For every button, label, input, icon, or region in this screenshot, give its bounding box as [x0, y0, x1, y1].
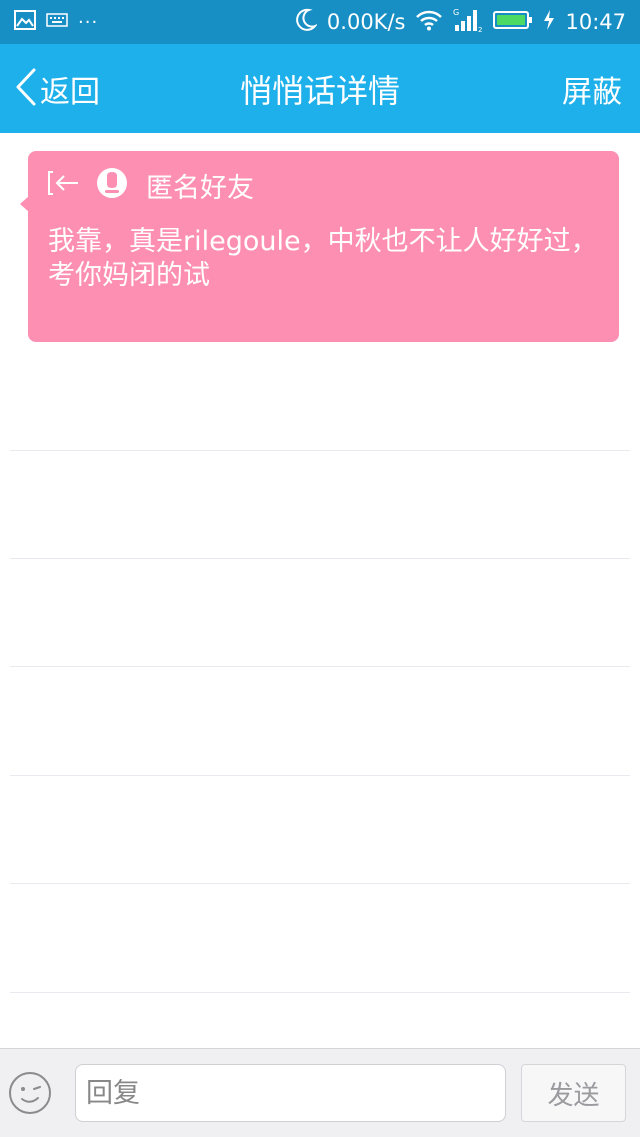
status-bar-left: ···: [14, 10, 98, 34]
svg-text:2: 2: [478, 26, 482, 33]
reply-composer: 发送: [0, 1048, 640, 1137]
title-bar: 返回 悄悄话详情 屏蔽: [0, 44, 640, 133]
emoji-icon[interactable]: [8, 1071, 52, 1115]
chevron-left-icon: [14, 67, 38, 111]
divider: [10, 450, 630, 451]
more-notifications-indicator: ···: [78, 11, 99, 33]
svg-text:G: G: [453, 8, 459, 17]
battery-icon: [493, 10, 533, 34]
status-bar: ··· 0.00K/s G2 10:47: [0, 0, 640, 44]
divider: [10, 558, 630, 559]
divider: [10, 775, 630, 776]
reply-input[interactable]: [75, 1064, 506, 1122]
whisper-message-bubble: 匿名好友 我靠，真是rilegoule，中秋也不让人好好过，考你妈闭的试: [28, 151, 619, 342]
wifi-icon: [415, 9, 443, 35]
divider: [10, 883, 630, 884]
anonymous-avatar-icon: [96, 167, 128, 203]
divider: [10, 992, 630, 993]
back-button-label: 返回: [40, 74, 100, 110]
message-text: 我靠，真是rilegoule，中秋也不让人好好过，考你妈闭的试: [48, 226, 598, 291]
back-button[interactable]: 返回: [14, 44, 100, 133]
clock: 10:47: [565, 10, 626, 34]
block-button[interactable]: 屏蔽: [562, 44, 622, 133]
sender-name: 匿名好友: [146, 172, 254, 204]
incoming-arrow-icon: [48, 169, 80, 201]
divider: [10, 666, 630, 667]
network-speed: 0.00K/s: [326, 10, 406, 34]
send-button[interactable]: 发送: [521, 1064, 626, 1122]
message-area: 匿名好友 我靠，真是rilegoule，中秋也不让人好好过，考你妈闭的试: [0, 133, 640, 1048]
charging-icon: [543, 9, 555, 35]
signal-icon: G2: [453, 7, 483, 37]
image-icon: [14, 10, 36, 34]
keyboard-icon: [46, 12, 68, 32]
status-bar-right: 0.00K/s G2 10:47: [295, 7, 626, 37]
moon-icon: [295, 8, 318, 36]
bubble-header: 匿名好友: [48, 167, 599, 204]
